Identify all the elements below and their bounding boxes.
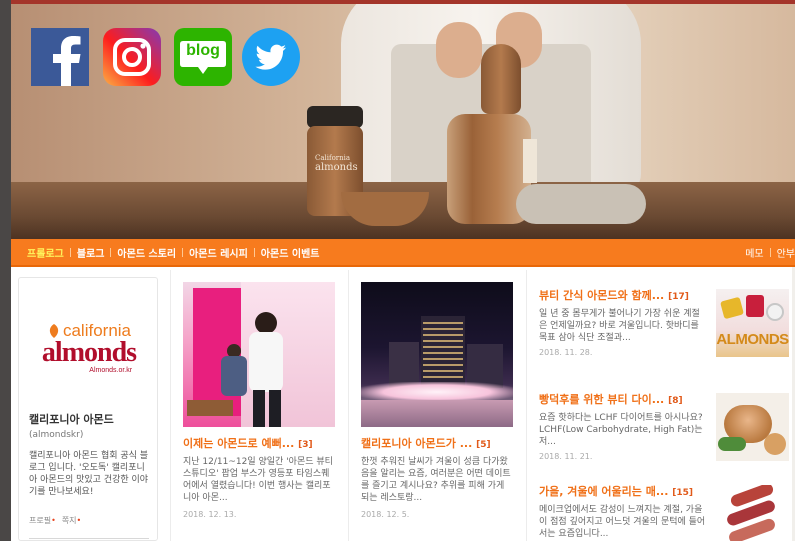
post-card[interactable]: 캘리포니아 아몬드가 ... [5] 한껏 추워진 날씨가 겨울이 성큼 다가왔… [361, 282, 513, 519]
instagram-link[interactable] [103, 28, 161, 86]
banner-hand-left [436, 22, 482, 78]
profile-link[interactable]: 프로필• [29, 515, 56, 526]
nav-almond-story[interactable]: 아몬드 스토리 [111, 245, 182, 260]
post-card[interactable]: 이제는 아몬드로 예뻐... [3] 지난 12/11~12일 양일간 '아몬드… [183, 282, 335, 519]
scale-item [766, 303, 784, 321]
column-divider [170, 270, 171, 541]
jar-tag [523, 139, 537, 183]
instagram-icon [103, 28, 161, 86]
post-date: 2018. 12. 13. [183, 510, 237, 519]
twitter-link[interactable] [242, 28, 300, 86]
post-title[interactable]: 이제는 아몬드로 예뻐... [3] [183, 435, 335, 451]
leaf [718, 437, 746, 451]
nav-prologue[interactable]: 프롤로그 [21, 245, 70, 260]
almonds-word: ALMONDS [716, 331, 789, 348]
jar-brand-label: California almonds [315, 154, 358, 173]
blog-icon-label: blog [186, 42, 220, 59]
nav-right-links: 메모 안부 [739, 239, 795, 265]
nav-guestbook[interactable]: 안부 [771, 245, 795, 260]
main-nav: 프롤로그 블로그 아몬드 스토리 아몬드 레시피 아몬드 이벤트 메모 안부 [11, 239, 795, 267]
twitter-icon [242, 28, 300, 86]
blog-link[interactable]: blog [174, 28, 232, 86]
list-item-title[interactable]: 가을, 겨울에 어울리는 매... [15] [539, 485, 707, 500]
product-shelf [187, 400, 233, 416]
nav-memo[interactable]: 메모 [739, 245, 769, 260]
left-edge-strip [0, 0, 11, 541]
post-excerpt: 한껏 추워진 날씨가 겨울이 성큼 다가왔음을 알리는 요즘, 여러분은 어떤 … [361, 457, 511, 503]
falling-almonds [481, 44, 521, 114]
person-leg [253, 390, 265, 427]
person-head [255, 312, 277, 334]
list-item-title[interactable]: 빵덕후를 위한 뷰티 다이... [8] [539, 393, 707, 408]
post-thumbnail-popup-booth[interactable] [183, 282, 335, 427]
message-link[interactable]: 쪽지• [62, 515, 81, 526]
list-item[interactable]: 빵덕후를 위한 뷰티 다이... [8] 요즘 핫하다는 LCHF 다이어트를 … [539, 393, 789, 461]
list-item-thumbnail[interactable] [716, 485, 789, 541]
facebook-link[interactable] [31, 28, 89, 86]
california-almonds-logo[interactable]: california almonds Almonds.or.kr [19, 288, 159, 408]
plaza-floor [361, 400, 513, 427]
person-body [221, 356, 247, 396]
profile-links: 프로필• 쪽지• [29, 515, 81, 526]
almond-pile [764, 433, 786, 455]
list-item-excerpt: 메이크업에서도 감성이 느껴지는 계절, 가을이 점점 깊어지고 어느덧 겨울의… [539, 505, 706, 539]
post-thumbnail-night-city[interactable] [361, 282, 513, 427]
list-item-thumbnail[interactable] [716, 393, 789, 461]
jar-lid [307, 106, 363, 128]
person-leg [269, 390, 281, 427]
list-item-thumbnail[interactable]: ALMONDS [716, 289, 789, 357]
nav-almond-recipe[interactable]: 아몬드 레시피 [183, 245, 254, 260]
list-item-excerpt: 일 년 중 몸무게가 불어나기 가장 쉬운 계절은 언제일까요? 바로 겨울입니… [539, 309, 700, 343]
post-title[interactable]: 캘리포니아 아몬드가 ... [5] [361, 435, 513, 451]
street-lights [361, 382, 513, 402]
nav-blog[interactable]: 블로그 [71, 245, 111, 260]
linen-cloth [516, 184, 646, 224]
post-excerpt: 지난 12/11~12일 양일간 '아몬드 뷰티 스튜디오' 팝업 부스가 영등… [183, 457, 333, 503]
profile-name[interactable]: 캘리포니아 아몬드 [29, 411, 114, 427]
header-banner: California almonds blog [11, 4, 795, 239]
list-item[interactable]: 가을, 겨울에 어울리는 매... [15] 메이크업에서도 감성이 느껴지는 … [539, 485, 789, 541]
blog-profile: california almonds Almonds.or.kr 캘리포니아 아… [18, 277, 158, 541]
post-date: 2018. 12. 5. [361, 510, 410, 519]
person-body [249, 332, 283, 392]
list-item-excerpt: 요즘 핫하다는 LCHF 다이어트를 아시나요? LCHF(Low Carboh… [539, 413, 703, 447]
column-divider [526, 270, 527, 541]
facebook-icon [31, 28, 89, 86]
column-divider [348, 270, 349, 541]
product-box [720, 296, 744, 320]
building-lights [423, 322, 463, 382]
profile-description: 캘리포니아 아몬드 협회 공식 블로그 입니다. '오도독' 캘리포니아 아몬드… [29, 451, 149, 497]
profile-handle: (almondskr) [29, 430, 84, 440]
product-box [746, 295, 764, 317]
profile-divider [29, 538, 149, 539]
list-item-title[interactable]: 뷰티 간식 아몬드와 함께... [17] [539, 289, 707, 304]
list-item[interactable]: 뷰티 간식 아몬드와 함께... [17] 일 년 중 몸무게가 불어나기 가장… [539, 289, 789, 357]
nav-almond-event[interactable]: 아몬드 이벤트 [255, 245, 326, 260]
